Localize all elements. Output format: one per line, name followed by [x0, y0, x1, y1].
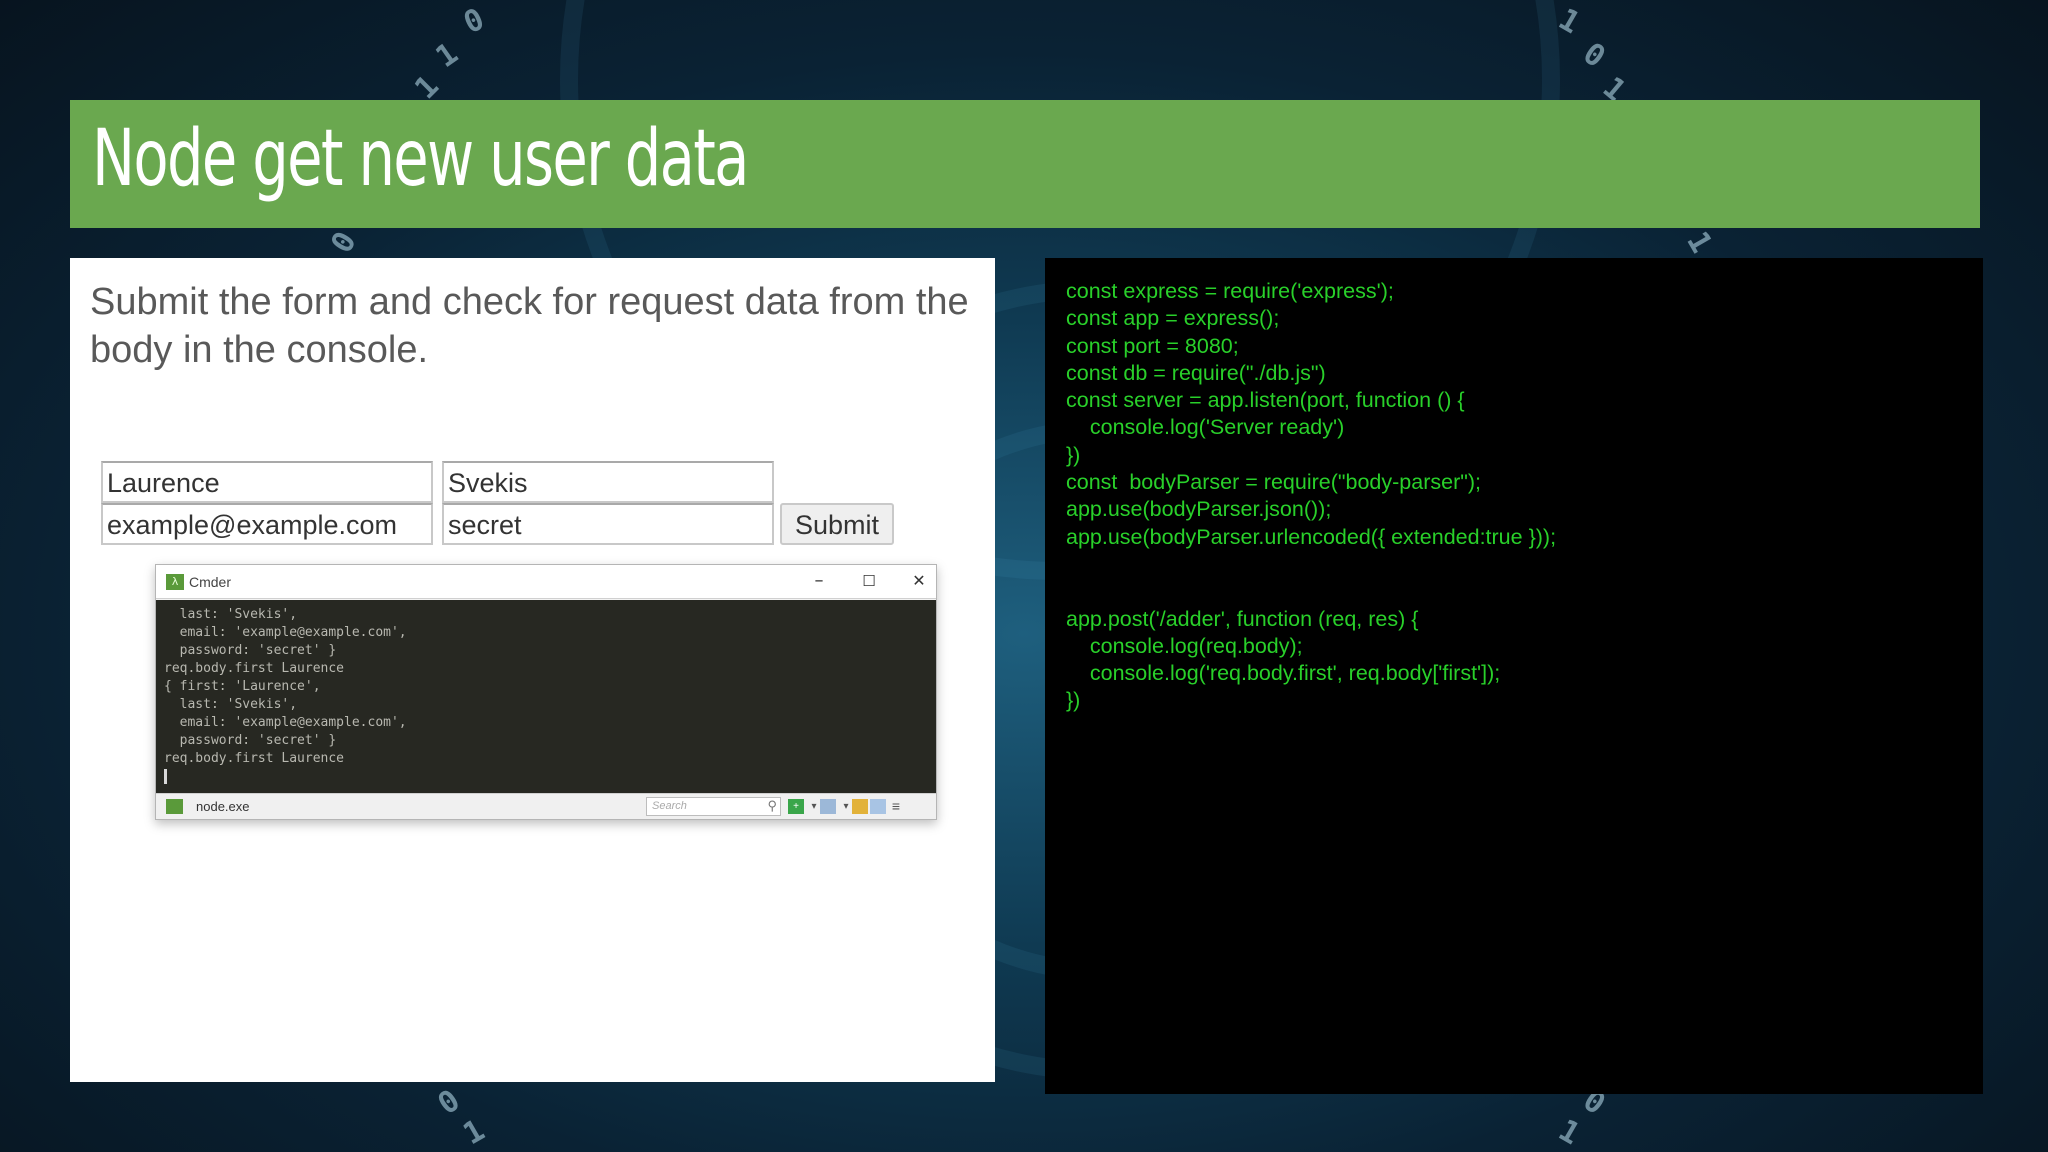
code-line: const bodyParser = require("body-parser"…	[1066, 470, 1481, 495]
first-name-input[interactable]: Laurence	[101, 461, 433, 503]
menu-icon[interactable]: ≡	[888, 799, 904, 814]
code-line: })	[1066, 442, 1081, 467]
code-line: const db = require("./db.js")	[1066, 360, 1326, 385]
console-search-input[interactable]: Search ⚲	[646, 797, 781, 816]
email-input[interactable]: example@example.com	[101, 503, 433, 545]
code-line: app.use(bodyParser.urlencoded({ extended…	[1066, 524, 1557, 549]
console-line: last: 'Svekis',	[164, 697, 298, 712]
code-line: console.log('Server ready')	[1066, 415, 1345, 440]
console-lines: last: 'Svekis', email: 'example@example.…	[164, 606, 928, 768]
console-statusbar: node.exe Search ⚲ + ▾ ▾ ≡	[156, 793, 936, 819]
submit-button[interactable]: Submit	[780, 503, 894, 545]
password-input[interactable]: secret	[442, 503, 774, 545]
cursor-icon	[164, 769, 167, 784]
console-line: email: 'example@example.com',	[164, 715, 407, 730]
console-line: password: 'secret' }	[164, 643, 337, 658]
code-line: const app = express();	[1066, 306, 1280, 331]
code-line: })	[1066, 688, 1081, 713]
new-console-icon[interactable]: +	[788, 799, 804, 814]
console-line: req.body.first Laurence	[164, 751, 345, 766]
search-placeholder: Search	[652, 800, 687, 812]
panel-icon[interactable]	[870, 799, 886, 814]
left-content-panel: Submit the form and check for request da…	[70, 258, 995, 1082]
code-line: app.use(bodyParser.json());	[1066, 497, 1332, 522]
console-line: { first: 'Laurence',	[164, 679, 321, 694]
slide-title-bar: Node get new user data	[70, 100, 1980, 228]
console-line: last: 'Svekis',	[164, 607, 298, 622]
code-panel: const express = require('express'); const…	[1045, 258, 1983, 1094]
console-line: req.body.first Laurence	[164, 661, 345, 676]
console-line: email: 'example@example.com',	[164, 625, 407, 640]
lock-icon[interactable]	[852, 799, 868, 814]
console-title: Cmder	[189, 574, 232, 590]
code-block: const express = require('express'); const…	[1066, 278, 1556, 715]
console-tab[interactable]: node.exe	[196, 799, 250, 814]
console-window: λ Cmder – ☐ ✕ last: 'Svekis', email: 'ex…	[155, 564, 937, 820]
console-output[interactable]: last: 'Svekis', email: 'example@example.…	[156, 600, 936, 795]
console-titlebar: λ Cmder – ☐ ✕	[156, 565, 936, 599]
code-line: console.log('req.body.first', req.body['…	[1066, 661, 1501, 686]
tab-icon	[166, 799, 183, 814]
code-line: const port = 8080;	[1066, 333, 1239, 358]
minimize-icon[interactable]: –	[804, 568, 834, 594]
slide-title: Node get new user data	[92, 114, 749, 204]
last-name-input[interactable]: Svekis	[442, 461, 774, 503]
search-icon: ⚲	[767, 798, 777, 813]
cmder-lambda-icon: λ	[166, 574, 184, 590]
layout-icon[interactable]	[820, 799, 836, 814]
close-icon[interactable]: ✕	[904, 568, 934, 594]
maximize-icon[interactable]: ☐	[854, 568, 884, 594]
code-line: app.post('/adder', function (req, res) {	[1066, 606, 1419, 631]
code-line: console.log(req.body);	[1066, 633, 1303, 658]
console-line: password: 'secret' }	[164, 733, 337, 748]
instruction-text: Submit the form and check for request da…	[90, 281, 969, 371]
code-line: const server = app.listen(port, function…	[1066, 388, 1465, 413]
code-line: const express = require('express');	[1066, 279, 1394, 303]
